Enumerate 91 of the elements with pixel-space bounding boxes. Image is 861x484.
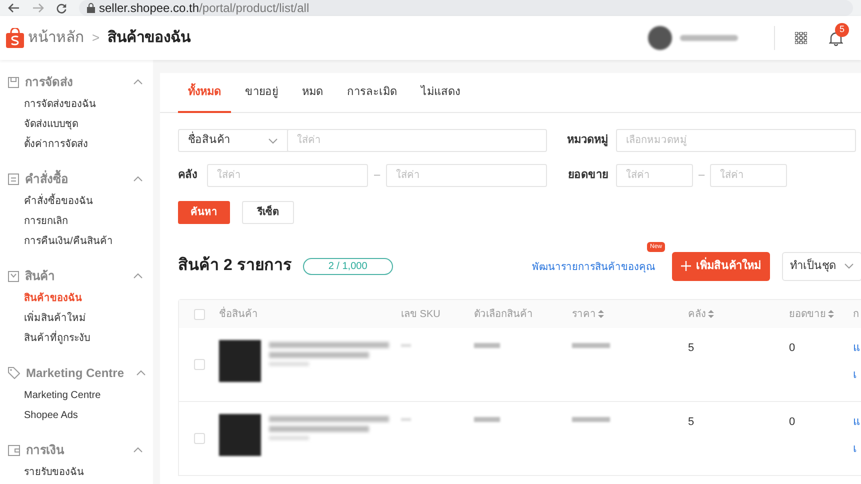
plus-icon: [681, 261, 691, 271]
blurred-price: [572, 417, 610, 422]
clipboard-icon: [8, 173, 19, 185]
sidebar-item[interactable]: รายรับของฉัน: [8, 463, 143, 483]
sidebar-section-title[interactable]: สินค้า: [25, 267, 55, 285]
input-field[interactable]: ใส่ค่า: [616, 164, 693, 187]
sales-cell-text: 0: [789, 341, 796, 356]
tab[interactable]: การละเมิด: [337, 73, 407, 113]
tag-icon: [8, 367, 20, 379]
sidebar-item[interactable]: Marketing Centre: [8, 386, 143, 406]
stock-cell-text: 5: [688, 415, 696, 430]
input-field[interactable]: ใส่ค่า: [386, 164, 547, 187]
row-checkbox[interactable]: [194, 433, 204, 444]
sidebar-item[interactable]: คำสั่งซื้อของฉัน: [8, 192, 143, 212]
chevron-down-icon: [268, 138, 278, 144]
filter-label: หมวดหมู่: [566, 133, 608, 148]
filter-label: คลัง: [178, 168, 198, 184]
blurred-variation: [474, 343, 500, 348]
action-link[interactable]: เ: [853, 440, 857, 457]
tab[interactable]: ทั้งหมด: [178, 73, 231, 113]
sidebar-item[interactable]: เพิ่มสินค้าใหม่: [8, 309, 143, 329]
input-field[interactable]: ใส่ค่า: [710, 164, 787, 187]
forward-icon[interactable]: [32, 3, 44, 13]
sidebar-item[interactable]: การคืนเงิน/คืนสินค้า: [8, 232, 143, 252]
action-link[interactable]: แ: [853, 340, 860, 356]
sidebar-item[interactable]: การจัดส่งของฉัน: [8, 95, 143, 115]
sidebar-section-title[interactable]: Marketing Centre: [26, 364, 124, 382]
blurred-price: [572, 343, 610, 348]
sidebar-item[interactable]: Shopee Ads: [8, 406, 143, 426]
search-type-dropdown[interactable]: ชื่อสินค้า: [178, 129, 288, 152]
sidebar-section-title[interactable]: การเงิน: [26, 441, 64, 459]
range-dash: –: [372, 168, 382, 184]
stock-cell-text: 5: [688, 341, 696, 356]
bell-icon[interactable]: [829, 30, 843, 46]
photo-placeholder: [219, 340, 261, 382]
list-title: สินค้า 2 รายการ: [178, 255, 292, 276]
sort-icon[interactable]: [598, 310, 604, 318]
wallet-icon: [8, 444, 20, 456]
sidebar-item[interactable]: ตั้งค่าการจัดส่ง: [8, 135, 143, 155]
category-field[interactable]: เลือกหมวดหมู่: [616, 129, 856, 152]
tab[interactable]: ขายอยู่: [235, 73, 288, 113]
blurred-username: [680, 35, 738, 41]
breadcrumb-separator: >: [92, 29, 100, 48]
sidebar-item[interactable]: การยกเลิก: [8, 212, 143, 232]
sidebar-section-title[interactable]: การจัดส่ง: [25, 73, 73, 91]
collapse-chevron-icon[interactable]: [133, 176, 143, 182]
sales-cell-text: 0: [789, 415, 796, 430]
improve-listing-link[interactable]: พัฒนารายการสินค้าของคุณ: [532, 262, 655, 273]
notification-badge: 5: [835, 22, 849, 36]
search-button[interactable]: ค้นหา: [178, 201, 230, 224]
add-product-button[interactable]: เพิ่มสินค้าใหม่: [672, 252, 770, 280]
reset-button[interactable]: รีเซ็ต: [242, 201, 294, 224]
chevron-down-icon: [844, 263, 854, 269]
shopping-bag-logo-icon[interactable]: [6, 28, 24, 48]
filter-label: ยอดขาย: [567, 168, 608, 184]
breadcrumb-link[interactable]: หน้าหลัก: [28, 26, 84, 50]
blurred-variation: [474, 417, 500, 422]
collapse-chevron-icon[interactable]: [133, 79, 143, 85]
quota-badge: 2 / 1,000: [302, 258, 393, 274]
select-all-checkbox[interactable]: [194, 308, 204, 320]
reload-icon[interactable]: [56, 2, 67, 14]
collapse-chevron-icon[interactable]: [133, 447, 143, 453]
sort-icon[interactable]: [828, 310, 834, 318]
tab[interactable]: หมด: [292, 73, 333, 113]
bulk-action-dropdown[interactable]: ทำเป็นชุด: [782, 252, 861, 280]
column-header: เลข SKU: [401, 308, 442, 322]
search-field[interactable]: ใส่ค่า: [287, 129, 547, 152]
breadcrumb-current: สินค้าของฉัน: [108, 28, 191, 48]
address-bar[interactable]: seller.shopee.co.th/portal/product/list/all: [79, 0, 853, 16]
action-link[interactable]: แ: [853, 414, 860, 430]
column-header: ก: [853, 308, 860, 322]
box-icon: [8, 76, 19, 88]
sidebar-item[interactable]: จัดส่งแบบชุด: [8, 115, 143, 135]
column-header: ชื่อสินค้า: [219, 306, 259, 322]
sort-icon[interactable]: [708, 310, 714, 318]
sidebar-section-title[interactable]: คำสั่งซื้อ: [25, 170, 68, 188]
lock-icon: [87, 3, 95, 13]
column-header: ตัวเลือกสินค้า: [474, 308, 534, 322]
collapse-chevron-icon[interactable]: [136, 370, 146, 376]
range-dash: –: [697, 168, 706, 184]
tab[interactable]: ไม่แสดง: [411, 73, 470, 113]
input-field[interactable]: ใส่ค่า: [207, 164, 368, 187]
row-checkbox[interactable]: [194, 359, 204, 370]
url-text: seller.shopee.co.th/portal/product/list/all: [99, 0, 310, 17]
photo-placeholder: [219, 414, 261, 456]
action-link[interactable]: เ: [853, 366, 857, 383]
back-icon[interactable]: [8, 3, 20, 13]
apps-grid-icon[interactable]: [795, 32, 807, 44]
collapse-chevron-icon[interactable]: [133, 273, 143, 279]
sidebar-item[interactable]: สินค้าที่ถูกระงับ: [8, 329, 143, 349]
sidebar-item[interactable]: สินค้าของฉัน: [8, 289, 143, 309]
